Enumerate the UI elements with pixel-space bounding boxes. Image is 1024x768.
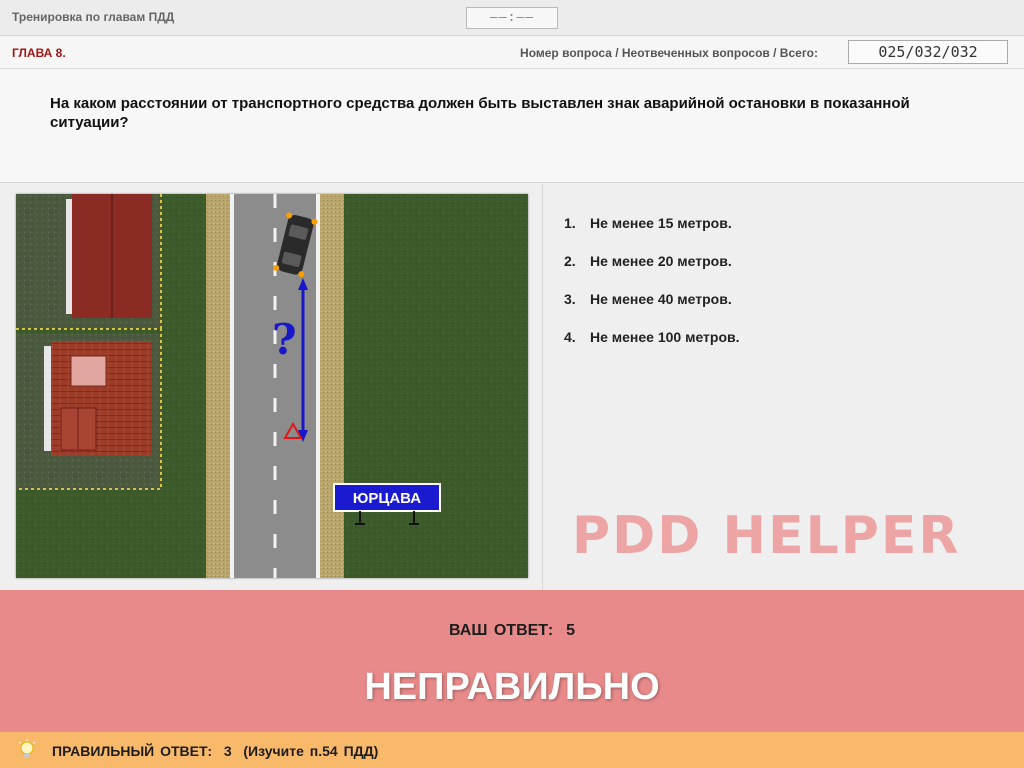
answer-text: Не менее 15 метров.: [590, 215, 732, 231]
your-answer-label: ВАШ ОТВЕТ:: [449, 622, 554, 639]
road-scene-image: ? ЮРЦАВА: [16, 194, 528, 578]
town-sign-text: ЮРЦАВА: [353, 490, 421, 507]
answer-text: Не менее 20 метров.: [590, 253, 732, 269]
question-panel: На каком расстоянии от транспортного сре…: [0, 70, 1024, 183]
correct-answer-value: 3: [223, 743, 232, 759]
chapter-label: ГЛАВА 8.: [12, 46, 66, 60]
image-panel: ? ЮРЦАВА: [0, 184, 543, 590]
your-answer: ВАШ ОТВЕТ: 5: [0, 622, 1024, 640]
answer-number: 2.: [564, 253, 576, 269]
answer-option-4[interactable]: 4. Не менее 100 метров.: [564, 328, 740, 366]
correct-answer-label: ПРАВИЛЬНЫЙ ОТВЕТ:: [52, 743, 213, 759]
answer-option-2[interactable]: 2. Не менее 20 метров.: [564, 252, 740, 290]
answer-list: 1. Не менее 15 метров. 2. Не менее 20 метр…: [564, 214, 740, 366]
lightbulb-icon: [18, 739, 36, 758]
watermark: PDD HELPER: [572, 506, 961, 566]
timer-display: ——:——: [466, 7, 558, 29]
answer-text: Не менее 40 метров.: [590, 291, 732, 307]
verdict-text: НЕПРАВИЛЬНО: [364, 666, 660, 708]
correct-answer-bar: ПРАВИЛЬНЫЙ ОТВЕТ: 3 (Изучите п.54 ПДД): [0, 732, 1024, 768]
question-text: На каком расстоянии от транспортного сре…: [50, 95, 910, 131]
right-shoulder: [320, 194, 344, 578]
answer-option-3[interactable]: 3. Не менее 40 метров.: [564, 290, 740, 328]
answer-number: 4.: [564, 329, 576, 345]
answer-number: 1.: [564, 215, 576, 231]
result-panel: ВАШ ОТВЕТ: 5 НЕПРАВИЛЬНО: [0, 590, 1024, 732]
answer-option-1[interactable]: 1. Не менее 15 метров.: [564, 214, 740, 252]
answer-text: Не менее 100 метров.: [590, 329, 740, 345]
question-mark: ?: [272, 315, 297, 364]
top-bar: Тренировка по главам ПДД ——:——: [0, 0, 1024, 36]
app-title: Тренировка по главам ПДД: [12, 10, 175, 24]
your-answer-value: 5: [566, 622, 575, 639]
question-counter: 025/032/032: [848, 40, 1008, 64]
correct-answer: ПРАВИЛЬНЫЙ ОТВЕТ: 3 (Изучите п.54 ПДД): [52, 743, 378, 759]
rule-reference: (Изучите п.54 ПДД): [243, 743, 379, 759]
answer-number: 3.: [564, 291, 576, 307]
content-area: ? ЮРЦАВА 1. Не менее 15 метров. 2. Не мене…: [0, 184, 1024, 590]
left-shoulder: [206, 194, 230, 578]
question-counter-label: Номер вопроса / Неотвеченных вопросов / …: [520, 46, 818, 60]
